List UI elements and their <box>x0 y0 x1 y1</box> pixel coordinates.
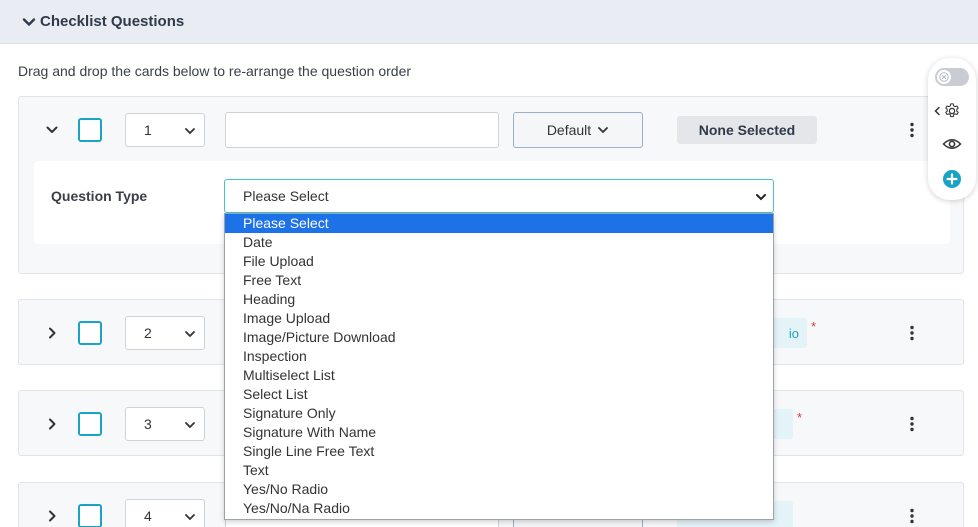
question-type-label: Question Type <box>51 188 148 204</box>
chevron-down-icon <box>185 331 195 338</box>
chevron-down-icon <box>185 422 195 429</box>
default-dropdown-button[interactable]: Default <box>513 112 643 148</box>
dropdown-option[interactable]: Yes/No/Na Radio <box>225 499 773 518</box>
dropdown-option[interactable]: Image/Picture Download <box>225 328 773 347</box>
question-type-value: Please Select <box>243 188 329 204</box>
dropdown-option[interactable]: Signature Only <box>225 404 773 423</box>
assignee-badge[interactable]: None Selected <box>677 116 817 144</box>
question-type-select[interactable]: Please Select <box>224 179 774 213</box>
gear-icon[interactable] <box>943 102 961 120</box>
question-type-dropdown-list[interactable]: Please Select Date File Upload Free Text… <box>224 213 774 520</box>
default-button-label: Default <box>546 122 592 138</box>
close-icon <box>939 72 949 82</box>
chevron-down-icon <box>22 17 36 26</box>
floating-tool-panel <box>928 58 976 200</box>
chevron-right-icon[interactable] <box>45 509 59 523</box>
section-header[interactable]: Checklist Questions <box>0 0 978 44</box>
question-order-value: 3 <box>144 416 152 432</box>
question-checkbox[interactable] <box>78 412 102 436</box>
question-order-select[interactable]: 2 <box>125 316 205 350</box>
chevron-left-icon[interactable] <box>933 106 941 116</box>
section-title: Checklist Questions <box>40 13 185 30</box>
chevron-right-icon[interactable] <box>45 326 59 340</box>
dropdown-option[interactable]: Image Upload <box>225 309 773 328</box>
dropdown-option[interactable]: Text <box>225 461 773 480</box>
question-text-input[interactable] <box>225 112 499 148</box>
dropdown-option[interactable]: Inspection <box>225 347 773 366</box>
dropdown-option[interactable]: Multiselect List <box>225 366 773 385</box>
question-type-badge-text: io <box>788 325 799 341</box>
chevron-down-icon <box>185 514 195 521</box>
dropdown-option[interactable]: Heading <box>225 290 773 309</box>
vertical-dots-icon[interactable] <box>907 325 917 341</box>
question-order-value: 1 <box>144 122 152 138</box>
dropdown-option[interactable]: Date <box>225 233 773 252</box>
toggle-knob <box>937 70 951 84</box>
vertical-dots-icon[interactable] <box>907 122 917 138</box>
eye-icon[interactable] <box>942 137 962 151</box>
dropdown-option[interactable]: Select List <box>225 385 773 404</box>
dropdown-option[interactable]: Yes/No Radio <box>225 480 773 499</box>
required-indicator: * <box>811 319 817 334</box>
dropdown-option[interactable]: File Upload <box>225 252 773 271</box>
dropdown-option[interactable]: Signature With Name <box>225 423 773 442</box>
chevron-down-icon <box>756 194 766 201</box>
dropdown-option[interactable]: Please Select <box>225 214 773 233</box>
question-order-value: 2 <box>144 325 152 341</box>
dropdown-option[interactable]: Single Line Free Text <box>225 442 773 461</box>
instructions-text: Drag and drop the cards below to re-arra… <box>18 63 412 79</box>
question-order-select[interactable]: 1 <box>125 113 205 147</box>
plus-circle-icon[interactable] <box>942 169 962 189</box>
chevron-down-icon <box>598 127 609 134</box>
question-order-select[interactable]: 3 <box>125 407 205 441</box>
chevron-down-icon <box>185 128 195 135</box>
question-order-select[interactable]: 4 <box>125 499 205 527</box>
question-checkbox[interactable] <box>78 504 102 527</box>
chevron-down-icon[interactable] <box>45 123 59 137</box>
dropdown-option[interactable]: Free Text <box>225 271 773 290</box>
question-checkbox[interactable] <box>78 321 102 345</box>
required-indicator: * <box>797 410 803 425</box>
vertical-dots-icon[interactable] <box>907 416 917 432</box>
toggle-switch[interactable] <box>935 68 969 86</box>
question-checkbox[interactable] <box>78 118 102 142</box>
chevron-right-icon[interactable] <box>45 417 59 431</box>
vertical-dots-icon[interactable] <box>907 508 917 524</box>
question-order-value: 4 <box>144 508 152 524</box>
